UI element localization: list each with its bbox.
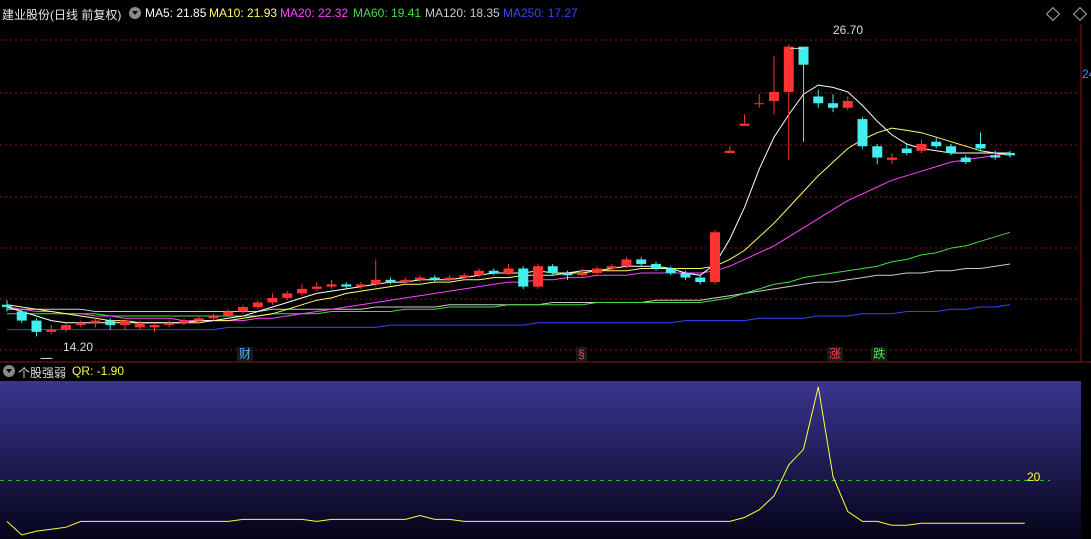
- candle-body: [474, 270, 484, 276]
- candle-body: [267, 297, 278, 303]
- ma20-label: MA20: 22.32: [280, 6, 349, 20]
- ma60-label: MA60: 19.41: [353, 6, 422, 20]
- candle-body: [665, 268, 676, 274]
- ma20-line: [6, 152, 1011, 322]
- candle-body: [238, 306, 248, 312]
- candle-body: [606, 266, 617, 269]
- candle-body: [769, 91, 779, 101]
- candle-body: [326, 284, 337, 287]
- candle-body: [916, 143, 927, 151]
- candle-body: [370, 279, 381, 285]
- event-marker[interactable]: 跌: [871, 347, 888, 361]
- ma250-label: MA250: 17.27: [503, 6, 578, 20]
- candle-body: [547, 266, 558, 274]
- indicator-background: [0, 381, 1081, 539]
- candle-body: [488, 270, 499, 274]
- candle-body: [385, 279, 396, 283]
- high-price-label: 26.70: [833, 23, 864, 37]
- candle-body: [459, 275, 470, 278]
- candle-body: [651, 263, 661, 269]
- ma5-label: MA5: 21.85: [145, 6, 207, 20]
- candle-body: [872, 146, 883, 158]
- candle-body: [562, 273, 573, 276]
- candle-body: [297, 288, 307, 294]
- candle-body: [710, 232, 720, 283]
- candle-body: [798, 46, 809, 65]
- candle-body: [193, 318, 204, 321]
- event-marker[interactable]: 涨: [827, 347, 844, 361]
- candle-body: [960, 157, 971, 163]
- dropdown-icon[interactable]: [129, 7, 141, 19]
- candle-body: [164, 322, 175, 326]
- candle-body: [341, 284, 352, 287]
- candle-body: [282, 293, 293, 298]
- candle-body: [975, 143, 986, 149]
- candle-body: [518, 268, 529, 287]
- candle-body: [739, 123, 750, 126]
- candle-body: [813, 96, 824, 104]
- candle-body: [695, 277, 706, 283]
- ma10-line: [6, 127, 1011, 324]
- indicator-level-label: 20: [1027, 470, 1041, 484]
- indicator-dropdown-icon[interactable]: [3, 365, 15, 377]
- candle-body: [149, 325, 160, 328]
- candle-body: [592, 268, 602, 274]
- candle-body: [577, 273, 588, 276]
- candle-body: [46, 329, 57, 332]
- indicator-title: 个股强弱: [18, 366, 67, 380]
- candle-body: [75, 322, 86, 326]
- event-marker[interactable]: 财: [237, 347, 254, 361]
- candle-body: [105, 320, 116, 326]
- candle-body: [621, 259, 632, 267]
- candle-body: [179, 320, 189, 323]
- candle-body: [1005, 153, 1015, 156]
- candle-body: [415, 277, 425, 280]
- candle-body: [680, 273, 691, 278]
- candle-body: [134, 322, 145, 328]
- indicator-value: QR: -1.90: [72, 364, 125, 378]
- candle-body: [754, 103, 765, 105]
- candle-body: [356, 284, 366, 287]
- candle-body: [223, 311, 234, 317]
- ma10-label: MA10: 21.93: [209, 6, 278, 20]
- stock-title: 建业股份(日线 前复权): [2, 8, 122, 22]
- candle-body: [842, 100, 853, 108]
- candle-body: [120, 320, 130, 326]
- candle-body: [311, 286, 322, 289]
- candle-body: [61, 325, 71, 330]
- candle-body: [990, 155, 1001, 158]
- candle-body: [828, 103, 838, 108]
- candle-body: [429, 277, 440, 280]
- right-axis-label: 24: [1082, 67, 1091, 81]
- candle-body: [16, 311, 27, 321]
- candle-body: [857, 119, 868, 147]
- candle-body: [90, 320, 101, 323]
- candle-body: [444, 277, 455, 280]
- indicator-header: 个股强弱 QR: -1.90: [0, 362, 1091, 380]
- candle-body: [724, 150, 735, 154]
- candle-body: [901, 148, 912, 154]
- candle-body: [533, 266, 543, 287]
- candle-body: [931, 141, 942, 147]
- chart-header: 建业股份(日线 前复权) MA5: 21.85 MA10: 21.93 MA20…: [0, 0, 1091, 24]
- candle-body: [31, 320, 42, 332]
- candle-body: [2, 304, 12, 307]
- candle-body: [400, 279, 411, 283]
- ma120-label: MA120: 18.35: [425, 6, 500, 20]
- low-price-label: 14.20: [63, 340, 94, 354]
- candle-body: [783, 46, 794, 92]
- candle-body: [208, 316, 219, 319]
- candle-body: [887, 157, 897, 160]
- stock-chart[interactable]: [0, 0, 1091, 539]
- candle-body: [252, 302, 263, 307]
- candle-body: [503, 268, 514, 274]
- candle-body: [946, 146, 956, 154]
- candle-body: [636, 259, 647, 264]
- event-marker[interactable]: §: [576, 347, 587, 361]
